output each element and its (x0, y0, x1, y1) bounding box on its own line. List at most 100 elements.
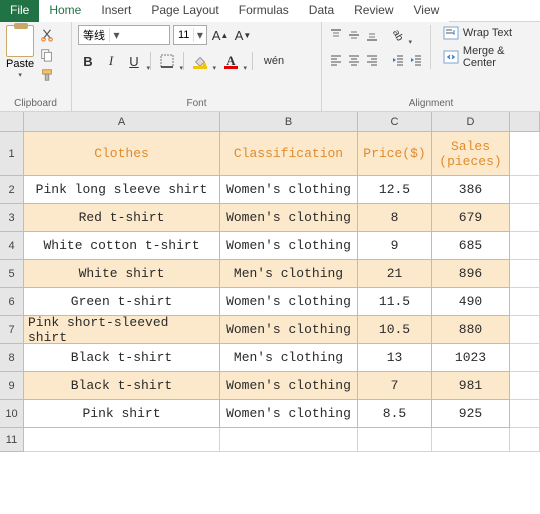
cell-b5[interactable]: Men's clothing (220, 260, 358, 288)
orientation-button[interactable]: ab (390, 25, 406, 45)
cell-a5[interactable]: White shirt (24, 260, 220, 288)
align-middle-button[interactable] (346, 25, 362, 45)
font-size-combo[interactable]: 11 ▾ (173, 25, 207, 45)
cell-b8[interactable]: Men's clothing (220, 344, 358, 372)
increase-indent-button[interactable] (408, 50, 424, 70)
cell-b11[interactable] (220, 428, 358, 452)
cell-c10[interactable]: 8.5 (358, 400, 432, 428)
phonetic-guide-button[interactable]: wén (264, 51, 284, 71)
cell-e7[interactable] (510, 316, 540, 344)
row-header-3[interactable]: 3 (0, 204, 24, 232)
align-left-button[interactable] (328, 50, 344, 70)
cell-e6[interactable] (510, 288, 540, 316)
cell-b4[interactable]: Women's clothing (220, 232, 358, 260)
increase-font-button[interactable]: A▲ (210, 25, 230, 45)
cell-c1[interactable]: Price($) (358, 132, 432, 176)
cell-b1[interactable]: Classification (220, 132, 358, 176)
cell-c3[interactable]: 8 (358, 204, 432, 232)
col-header-d[interactable]: D (432, 112, 510, 132)
cell-a3[interactable]: Red t-shirt (24, 204, 220, 232)
row-header-11[interactable]: 11 (0, 428, 24, 452)
worksheet-grid[interactable]: A B C D 1 Clothes Classification Price($… (0, 112, 540, 452)
underline-button[interactable]: U (124, 51, 144, 71)
cell-d2[interactable]: 386 (432, 176, 510, 204)
cell-b3[interactable]: Women's clothing (220, 204, 358, 232)
cell-b2[interactable]: Women's clothing (220, 176, 358, 204)
cut-button[interactable] (38, 27, 56, 43)
cell-c4[interactable]: 9 (358, 232, 432, 260)
cell-a11[interactable] (24, 428, 220, 452)
tab-page-layout[interactable]: Page Layout (141, 0, 228, 22)
cell-a8[interactable]: Black t-shirt (24, 344, 220, 372)
tab-file[interactable]: File (0, 0, 39, 22)
border-button[interactable] (157, 51, 177, 71)
cell-c5[interactable]: 21 (358, 260, 432, 288)
cell-b6[interactable]: Women's clothing (220, 288, 358, 316)
tab-view[interactable]: View (404, 0, 450, 22)
bold-button[interactable]: B (78, 51, 98, 71)
tab-home[interactable]: Home (39, 0, 91, 22)
cell-c11[interactable] (358, 428, 432, 452)
cell-e2[interactable] (510, 176, 540, 204)
cell-d9[interactable]: 981 (432, 372, 510, 400)
cell-a2[interactable]: Pink long sleeve shirt (24, 176, 220, 204)
col-header-extra[interactable] (510, 112, 540, 132)
tab-formulas[interactable]: Formulas (229, 0, 299, 22)
cell-a6[interactable]: Green t-shirt (24, 288, 220, 316)
cell-a1[interactable]: Clothes (24, 132, 220, 176)
row-header-5[interactable]: 5 (0, 260, 24, 288)
chevron-down-icon[interactable]: ▾ (109, 28, 123, 42)
cell-e8[interactable] (510, 344, 540, 372)
cell-a10[interactable]: Pink shirt (24, 400, 220, 428)
cell-e3[interactable] (510, 204, 540, 232)
copy-button[interactable] (38, 47, 56, 63)
decrease-indent-button[interactable] (390, 50, 406, 70)
select-all-corner[interactable] (0, 112, 24, 132)
tab-review[interactable]: Review (344, 0, 403, 22)
wrap-text-button[interactable]: Wrap Text (441, 25, 534, 41)
cell-b9[interactable]: Women's clothing (220, 372, 358, 400)
cell-e10[interactable] (510, 400, 540, 428)
align-right-button[interactable] (364, 50, 380, 70)
row-header-7[interactable]: 7 (0, 316, 24, 344)
cell-e11[interactable] (510, 428, 540, 452)
cell-d4[interactable]: 685 (432, 232, 510, 260)
col-header-a[interactable]: A (24, 112, 220, 132)
cell-d8[interactable]: 1023 (432, 344, 510, 372)
row-header-4[interactable]: 4 (0, 232, 24, 260)
cell-d1[interactable]: Sales (pieces) (432, 132, 510, 176)
cell-e4[interactable] (510, 232, 540, 260)
align-top-button[interactable] (328, 25, 344, 45)
font-color-button[interactable]: A (221, 51, 241, 71)
cell-d5[interactable]: 896 (432, 260, 510, 288)
cell-c6[interactable]: 11.5 (358, 288, 432, 316)
cell-a7[interactable]: Pink short-sleeved shirt (24, 316, 220, 344)
decrease-font-button[interactable]: A▼ (233, 25, 253, 45)
row-header-8[interactable]: 8 (0, 344, 24, 372)
row-header-1[interactable]: 1 (0, 132, 24, 176)
row-header-6[interactable]: 6 (0, 288, 24, 316)
cell-a4[interactable]: White cotton t-shirt (24, 232, 220, 260)
cell-e9[interactable] (510, 372, 540, 400)
format-painter-button[interactable] (38, 67, 56, 83)
row-header-10[interactable]: 10 (0, 400, 24, 428)
tab-data[interactable]: Data (299, 0, 344, 22)
row-header-2[interactable]: 2 (0, 176, 24, 204)
paste-button[interactable]: Paste ▾ (6, 25, 34, 79)
cell-b7[interactable]: Women's clothing (220, 316, 358, 344)
cell-d11[interactable] (432, 428, 510, 452)
cell-c8[interactable]: 13 (358, 344, 432, 372)
merge-center-button[interactable]: Merge & Center (441, 44, 534, 70)
font-name-combo[interactable]: 等线 ▾ (78, 25, 170, 45)
cell-d6[interactable]: 490 (432, 288, 510, 316)
cell-a9[interactable]: Black t-shirt (24, 372, 220, 400)
cell-d10[interactable]: 925 (432, 400, 510, 428)
col-header-c[interactable]: C (358, 112, 432, 132)
cell-d7[interactable]: 880 (432, 316, 510, 344)
fill-color-button[interactable] (190, 51, 210, 71)
chevron-down-icon[interactable]: ▾ (193, 28, 206, 42)
cell-c9[interactable]: 7 (358, 372, 432, 400)
col-header-b[interactable]: B (220, 112, 358, 132)
cell-c2[interactable]: 12.5 (358, 176, 432, 204)
cell-e1[interactable] (510, 132, 540, 176)
